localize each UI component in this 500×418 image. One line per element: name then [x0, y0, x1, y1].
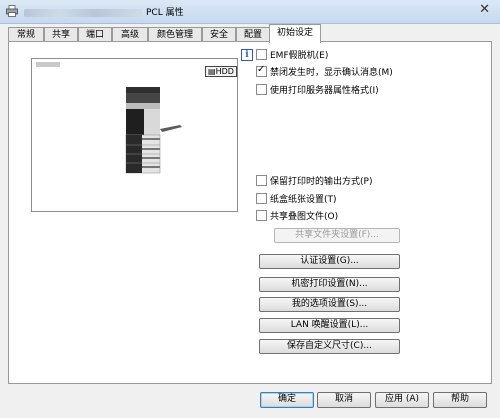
- checkbox-share-overlay-files[interactable]: 共享叠图文件(O): [256, 210, 338, 223]
- checkbox-box[interactable]: [256, 175, 267, 186]
- tab-security[interactable]: 安全: [202, 27, 236, 42]
- tab-color-management[interactable]: 颜色管理: [148, 27, 202, 42]
- tab-advanced[interactable]: 高级: [112, 27, 148, 42]
- shared-folder-settings-button[interactable]: 共享文件夹设置(F)...: [274, 228, 400, 243]
- save-custom-size-button[interactable]: 保存自定义尺寸(C)...: [259, 339, 400, 354]
- wake-on-lan-settings-button[interactable]: LAN 唤醒设置(L)...: [259, 318, 400, 333]
- checkbox-label: 使用打印服务器属性格式(I): [270, 86, 379, 96]
- title-bar: PCL 属性 ✕: [0, 0, 500, 24]
- cancel-button[interactable]: 取消: [317, 392, 371, 408]
- info-icon[interactable]: i: [241, 49, 253, 61]
- hdd-badge: ▤HDD: [205, 66, 237, 77]
- checkbox-label: 纸盒纸张设置(T): [270, 195, 337, 205]
- help-button[interactable]: 帮助: [433, 392, 487, 408]
- checkbox-box[interactable]: [256, 193, 267, 204]
- window-title-suffix: PCL 属性: [146, 8, 184, 18]
- checkbox-emf-spool[interactable]: EMF假脱机(E): [256, 49, 328, 62]
- tab-general[interactable]: 常规: [8, 27, 44, 42]
- redacted-printer-name: [24, 8, 142, 17]
- checkmark-icon: ✓: [257, 64, 266, 75]
- multifunction-printer-image: [125, 87, 182, 174]
- redacted-model-name: [36, 62, 60, 67]
- printer-icon: [6, 5, 18, 17]
- checkbox-box[interactable]: [256, 210, 267, 221]
- tab-bar: 常规 共享 端口 高级 颜色管理 安全 配置 初始设定: [8, 24, 492, 43]
- secure-print-settings-button[interactable]: 机密打印设置(N)...: [259, 277, 400, 292]
- checkbox-tray-paper-settings[interactable]: 纸盒纸张设置(T): [256, 193, 337, 206]
- checkbox-box[interactable]: [256, 84, 267, 95]
- tab-sharing[interactable]: 共享: [44, 27, 78, 42]
- my-options-settings-button[interactable]: 我的选项设置(S)...: [259, 297, 400, 312]
- checkbox-box[interactable]: ✓: [256, 64, 267, 77]
- tab-initial-settings[interactable]: 初始设定: [269, 24, 321, 43]
- checkbox-label: 禁闭发生时，显示确认消息(M): [270, 68, 393, 78]
- device-preview: ▤HDD: [31, 58, 238, 212]
- checkbox-confirm-on-lock[interactable]: ✓ 禁闭发生时，显示确认消息(M): [256, 64, 393, 79]
- checkbox-keep-output-method[interactable]: 保留打印时的输出方式(P): [256, 175, 372, 188]
- ok-button[interactable]: 确定: [260, 392, 314, 408]
- hdd-label: HDD: [215, 67, 234, 76]
- checkbox-box[interactable]: [256, 49, 267, 60]
- checkbox-server-property-format[interactable]: 使用打印服务器属性格式(I): [256, 84, 379, 97]
- tab-ports[interactable]: 端口: [78, 27, 112, 42]
- apply-button[interactable]: 应用 (A): [375, 392, 429, 408]
- checkbox-label: 保留打印时的输出方式(P): [270, 177, 373, 187]
- checkbox-label: 共享叠图文件(O): [270, 212, 339, 222]
- tab-configuration[interactable]: 配置: [236, 27, 270, 42]
- checkbox-label: EMF假脱机(E): [270, 51, 329, 61]
- window-title: PCL 属性: [24, 5, 184, 18]
- close-icon[interactable]: ✕: [479, 3, 490, 17]
- authentication-settings-button[interactable]: 认证设置(G)...: [259, 254, 400, 269]
- tab-panel-initial-settings: ▤HDD i EMF假脱机(E) ✓ 禁闭发生时，显示确认消息(M) 使用打印服务…: [8, 41, 492, 384]
